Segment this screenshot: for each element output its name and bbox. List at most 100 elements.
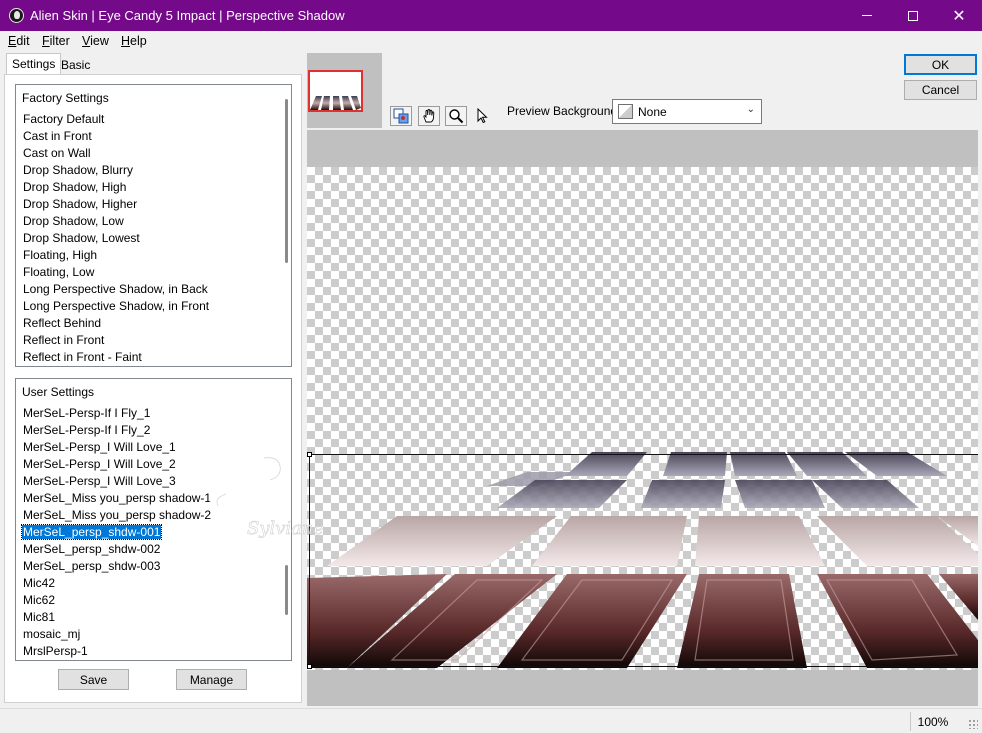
factory-scrollbar[interactable] [284,99,288,353]
factory-setting-item-label: Long Perspective Shadow, in Back [23,282,208,296]
user-setting-item[interactable]: MerSeL_Miss you_persp shadow-1 [22,490,277,507]
user-setting-item[interactable]: MerSeL-Persp_I Will Love_2 [22,456,277,473]
status-bar: 100% [0,708,982,733]
factory-setting-item[interactable]: Drop Shadow, Low [22,213,277,230]
factory-setting-item[interactable]: Long Perspective Shadow, in Back [22,281,277,298]
selection-tool-button[interactable] [471,106,493,126]
user-setting-item[interactable]: Mic81 [22,609,277,626]
user-setting-item[interactable]: MerSeL_Miss you_persp shadow-2 [22,507,277,524]
manage-button[interactable]: Manage [176,669,247,690]
factory-settings-items: Factory Default Cast in Front Cast on Wall… [22,111,277,366]
factory-setting-item-label: Cast on Wall [23,146,91,160]
menu-filter[interactable]: Filter [42,34,70,48]
factory-setting-item[interactable]: Drop Shadow, Lowest [22,230,277,247]
hand-tool-button[interactable] [418,106,440,126]
close-icon: ✕ [952,7,966,25]
user-setting-item-label: MerSeL-Persp_I Will Love_3 [23,474,176,488]
tab-basic[interactable]: Basic [56,55,95,76]
user-setting-item-label: MrslPersp-1 [23,644,88,658]
close-button[interactable]: ✕ [936,0,982,31]
factory-setting-item[interactable]: Cast in Front [22,128,277,145]
factory-setting-item[interactable]: Reflect in Front [22,332,277,349]
user-setting-item[interactable]: MerSeL_persp_shdw-003 [22,558,277,575]
factory-setting-item[interactable]: Factory Default [22,111,277,128]
user-setting-item-label: Mic62 [23,593,56,607]
user-setting-item[interactable]: Mic42 [22,575,277,592]
factory-setting-item[interactable]: Drop Shadow, High [22,179,277,196]
navigator-thumbnail[interactable] [307,53,382,128]
maximize-button[interactable] [890,0,936,31]
user-setting-item[interactable]: MerSeL-Persp_I Will Love_1 [22,439,277,456]
arrow-pointer-icon [477,108,488,124]
factory-setting-item-label: Cast in Front [23,129,92,143]
window-title: Alien Skin | Eye Candy 5 Impact | Perspe… [30,8,345,23]
maximize-icon [908,10,918,21]
factory-setting-item[interactable]: Long Perspective Shadow, in Front [22,298,277,315]
resize-grip-icon[interactable] [968,719,978,729]
factory-setting-item[interactable]: Reflect Behind [22,315,277,332]
factory-setting-item-label: Floating, High [23,248,98,262]
user-setting-item-label: MerSeL-Persp_I Will Love_1 [23,440,176,454]
factory-setting-item-label: Reflect in Front - Faint [23,350,142,364]
user-setting-item-label: Mic42 [23,576,56,590]
zoom-tool-button[interactable] [445,106,467,126]
factory-setting-item-label: Long Perspective Shadow, in Front [23,299,210,313]
menu-view[interactable]: View [82,34,109,48]
menu-bar: Edit Filter View Help [0,31,982,51]
user-setting-item[interactable]: mosaic_mj [22,626,277,643]
factory-setting-item[interactable]: Drop Shadow, Higher [22,196,277,213]
user-setting-item-label: MerSeL-Persp-If I Fly_1 [23,406,151,420]
factory-setting-item-label: Drop Shadow, Blurry [23,163,134,177]
user-setting-item-label: MerSeL-Persp_I Will Love_2 [23,457,176,471]
preview-toggle-icon [393,108,409,124]
factory-settings-list[interactable]: Factory Settings Factory Default Cast in … [15,84,292,367]
user-setting-item-label: Mic81 [23,610,56,624]
preview-background-label: Preview Background: [507,104,621,118]
title-bar: Alien Skin | Eye Candy 5 Impact | Perspe… [0,0,982,31]
factory-setting-item-label: Floating, Low [23,265,95,279]
user-setting-item-label: MerSeL-Persp-If I Fly_2 [23,423,151,437]
tab-settings[interactable]: Settings [6,53,62,75]
user-setting-item[interactable]: Mic62 [22,592,277,609]
factory-setting-item-label: Drop Shadow, High [23,180,127,194]
user-setting-item[interactable]: MrslPersp-1 [22,643,277,660]
cancel-button[interactable]: Cancel [904,80,977,100]
preview-toggle-button[interactable] [390,106,412,126]
user-setting-item[interactable]: MerSeL-Persp-If I Fly_1 [22,405,277,422]
user-settings-items: MerSeL-Persp-If I Fly_1 MerSeL-Persp-If I… [20,405,277,660]
minimize-icon [862,15,872,16]
preview-background-value: None [638,105,667,119]
user-scrollbar[interactable] [284,393,288,647]
save-button[interactable]: Save [58,669,129,690]
background-swatch-icon [618,104,633,119]
factory-scrollbar-thumb[interactable] [285,99,288,263]
user-setting-item[interactable]: MerSeL-Persp_I Will Love_3 [22,473,277,490]
user-setting-item-label: MerSeL_persp_shdw-001 [20,524,163,540]
preview-background-select[interactable]: None ⌄ [612,99,762,124]
chevron-down-icon: ⌄ [746,104,755,115]
factory-setting-item[interactable]: Reflect in Front - Faint [22,349,277,366]
factory-setting-item-label: Reflect Behind [23,316,102,330]
ok-button[interactable]: OK [904,54,977,75]
factory-setting-item-label: Drop Shadow, Low [23,214,124,228]
factory-setting-item[interactable]: Floating, Low [22,264,277,281]
menu-edit[interactable]: Edit [8,34,30,48]
factory-setting-item[interactable]: Cast on Wall [22,145,277,162]
factory-setting-item[interactable]: Floating, High [22,247,277,264]
zoom-level: 100% [910,712,955,731]
preview-canvas[interactable] [307,130,978,706]
navigator-view-rect[interactable] [308,70,363,112]
user-setting-item[interactable]: MerSeL_persp_shdw-002 [22,541,277,558]
user-setting-item[interactable]: MerSeL-Persp-If I Fly_2 [22,422,277,439]
minimize-button[interactable] [844,0,890,31]
user-setting-item[interactable]: MerSeL_persp_shdw-001 [20,524,277,541]
user-settings-list[interactable]: User Settings MerSeL-Persp-If I Fly_1 Mer… [15,378,292,661]
user-setting-item-label: MerSeL_persp_shdw-003 [23,559,161,573]
user-setting-item-label: MerSeL_Miss you_persp shadow-1 [23,491,212,505]
factory-setting-item-label: Drop Shadow, Lowest [23,231,140,245]
hand-icon [423,109,435,123]
factory-setting-item[interactable]: Drop Shadow, Blurry [22,162,277,179]
menu-help[interactable]: Help [121,34,147,48]
user-setting-item-label: MerSeL_persp_shdw-002 [23,542,161,556]
user-scrollbar-thumb[interactable] [285,565,288,615]
